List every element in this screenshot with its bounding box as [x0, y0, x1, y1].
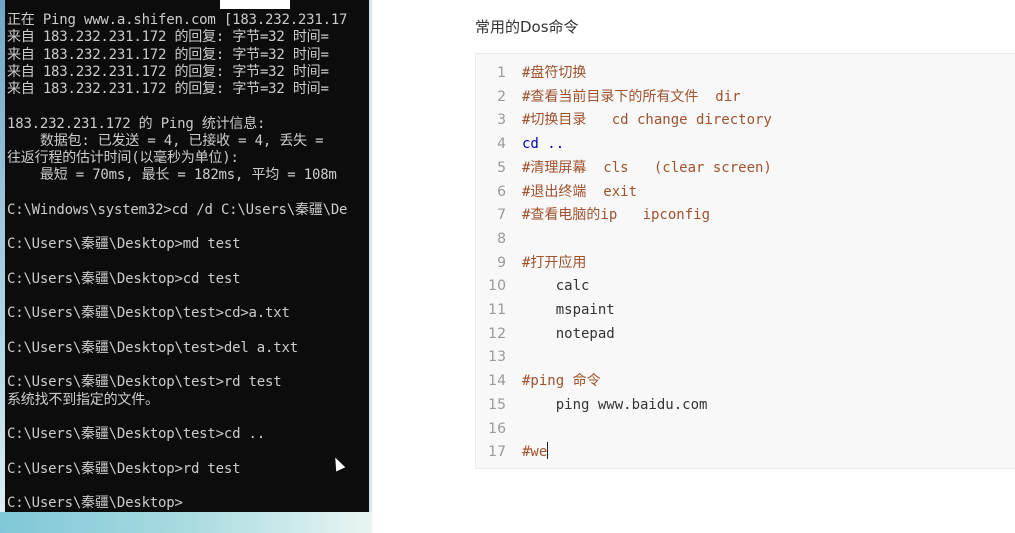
- code-text: #盘符切换: [522, 65, 587, 81]
- code-text: calc: [522, 278, 590, 295]
- code-line[interactable]: 13: [476, 346, 1015, 370]
- code-text: #切换目录 cd change directory: [522, 112, 772, 129]
- code-line[interactable]: 7 #查看电脑的ip ipconfig: [476, 204, 1015, 228]
- code-line[interactable]: 4 cd ..: [476, 133, 1015, 157]
- line-number: 1: [497, 65, 506, 81]
- code-line[interactable]: 8: [476, 228, 1015, 252]
- terminal-line: C:\Users\秦疆\Desktop\test>cd ..: [7, 426, 266, 442]
- code-line[interactable]: 14 #ping 命令: [476, 370, 1015, 394]
- terminal-line: 正在 Ping www.a.shifen.com [183.232.231.17: [7, 12, 348, 28]
- code-line[interactable]: 2 #查看当前目录下的所有文件 dir: [476, 86, 1015, 110]
- terminal-line: 来自 183.232.231.172 的回复: 字节=32 时间=: [7, 63, 329, 80]
- terminal-line: C:\Users\秦疆\Desktop\test>del a.txt: [7, 339, 298, 356]
- code-line[interactable]: 9 #打开应用: [476, 252, 1015, 276]
- terminal-line: C:\Users\秦疆\Desktop>rd test: [7, 460, 241, 477]
- terminal-line: 系统找不到指定的文件。: [7, 391, 159, 408]
- line-number: 16: [488, 420, 506, 437]
- code-text: #we: [522, 442, 549, 461]
- terminal-line: 来自 183.232.231.172 的回复: 字节=32 时间=: [7, 29, 329, 46]
- terminal-line: C:\Users\秦疆\Desktop>: [7, 495, 183, 511]
- section-heading: 常用的Dos命令: [475, 18, 579, 36]
- markdown-editor[interactable]: 常用的Dos命令 1 #盘符切换 2 #查看当前目录下的所有文件 dir 3 #切换目录 …: [372, 0, 1015, 533]
- line-number: 4: [497, 136, 506, 153]
- line-number: 13: [488, 349, 506, 366]
- code-line[interactable]: 15 ping www.baidu.com: [476, 394, 1015, 418]
- line-number: 3: [497, 112, 506, 129]
- line-number: 15: [488, 396, 506, 413]
- terminal-line: C:\Windows\system32>cd /d C:\Users\秦疆\De: [7, 201, 348, 218]
- terminal-titlebar-fragment: [220, 0, 290, 9]
- terminal-line: C:\Users\秦疆\Desktop\test>rd test: [7, 374, 282, 391]
- taskbar-strip: [0, 512, 372, 533]
- code-line[interactable]: 6 #退出终端 exit: [476, 181, 1015, 205]
- code-line[interactable]: 3 #切换目录 cd change directory: [476, 109, 1015, 133]
- line-number: 8: [497, 230, 506, 247]
- line-number: 7: [497, 207, 506, 224]
- terminal-line: 来自 183.232.231.172 的回复: 字节=32 时间=: [7, 46, 329, 63]
- terminal-line: 最短 = 70ms, 最长 = 182ms, 平均 = 108m: [7, 167, 337, 184]
- line-number: 11: [488, 302, 506, 318]
- line-number: 10: [488, 278, 506, 295]
- code-text: #ping 命令: [522, 373, 601, 390]
- terminal-line: C:\Users\秦疆\Desktop>cd test: [7, 270, 241, 287]
- code-text: mspaint: [522, 302, 615, 318]
- code-text: notepad: [522, 325, 615, 342]
- code-text: #清理屏幕 cls (clear screen): [522, 159, 772, 176]
- line-number: 9: [497, 254, 506, 271]
- terminal-line: C:\Users\秦疆\Desktop>md test: [7, 236, 241, 253]
- terminal-window[interactable]: 正在 Ping www.a.shifen.com [183.232.231.17…: [0, 0, 372, 533]
- terminal-line: 往返行程的估计时间(以毫秒为单位):: [7, 150, 239, 166]
- terminal-line: C:\Users\秦疆\Desktop\test>cd>a.txt: [7, 305, 290, 322]
- code-block[interactable]: 1 #盘符切换 2 #查看当前目录下的所有文件 dir 3 #切换目录 cd change…: [475, 53, 1015, 469]
- code-text: #打开应用: [522, 254, 587, 271]
- code-line[interactable]: 10 calc: [476, 275, 1015, 299]
- code-text: cd ..: [522, 136, 565, 153]
- code-text: #查看当前目录下的所有文件 dir: [522, 88, 741, 105]
- code-line[interactable]: 17 #we: [476, 441, 1015, 465]
- line-number: 2: [497, 88, 506, 105]
- line-number: 6: [497, 183, 506, 200]
- line-number: 12: [488, 325, 506, 342]
- code-line[interactable]: 12 notepad: [476, 323, 1015, 347]
- code-line[interactable]: 11 mspaint: [476, 299, 1015, 323]
- code-line[interactable]: 5 #清理屏幕 cls (clear screen): [476, 157, 1015, 181]
- line-number: 14: [488, 373, 506, 390]
- code-text: ping www.baidu.com: [522, 396, 708, 413]
- text-caret: [547, 442, 549, 460]
- cmd-console[interactable]: 正在 Ping www.a.shifen.com [183.232.231.17…: [5, 0, 369, 512]
- line-number: 17: [488, 444, 506, 461]
- terminal-line: 来自 183.232.231.172 的回复: 字节=32 时间=: [7, 81, 329, 97]
- code-line[interactable]: 16: [476, 418, 1015, 442]
- line-number: 5: [497, 159, 506, 176]
- terminal-line: 数据包: 已发送 = 4, 已接收 = 4, 丢失 =: [7, 132, 324, 149]
- terminal-line: 183.232.231.172 的 Ping 统计信息:: [7, 115, 266, 132]
- code-line[interactable]: 1 #盘符切换: [476, 62, 1015, 86]
- code-text: #退出终端 exit: [522, 183, 638, 200]
- code-text: #查看电脑的ip ipconfig: [522, 207, 711, 224]
